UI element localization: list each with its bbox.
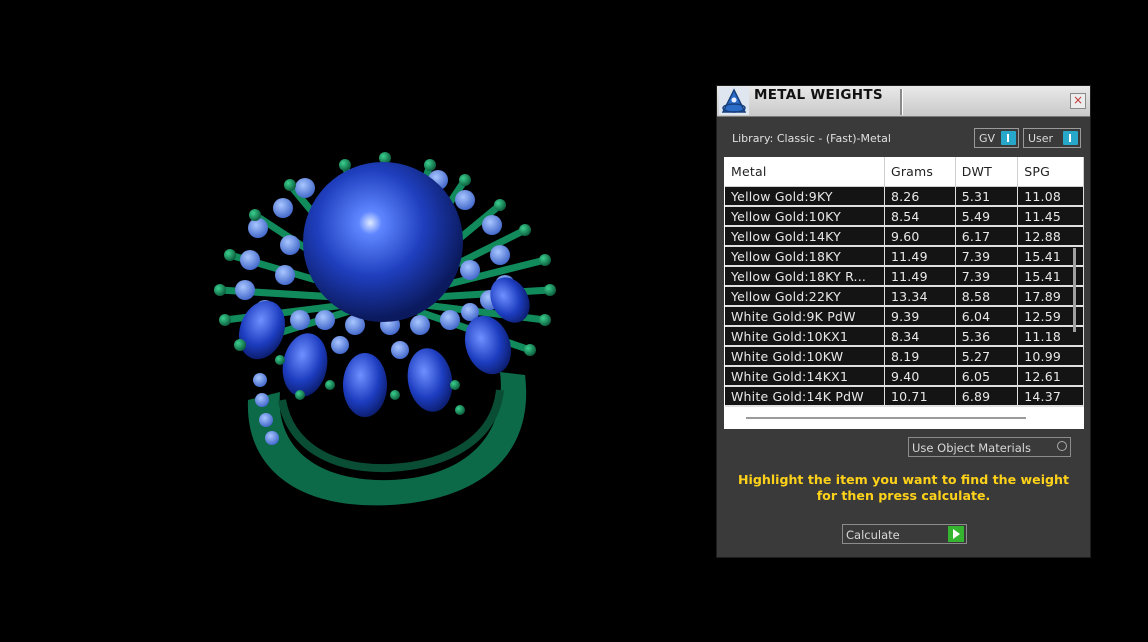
cell-metal: White Gold:10KX1	[725, 326, 885, 347]
table-row[interactable]: Yellow Gold:9KY 8.26 5.31 11.08	[725, 186, 1084, 207]
horizontal-scrollbar[interactable]	[746, 417, 1026, 419]
gv-toggle[interactable]: GV	[974, 128, 1019, 148]
play-icon	[948, 526, 964, 542]
close-button[interactable]: ×	[1070, 93, 1086, 109]
cell-dwt: 6.04	[955, 306, 1019, 327]
cell-grams: 11.49	[884, 246, 956, 267]
cell-metal: White Gold:10KW	[725, 346, 885, 367]
app-logo-icon	[719, 87, 749, 115]
cell-metal: White Gold:9K PdW	[725, 306, 885, 327]
table-row[interactable]: White Gold:10KW 8.19 5.27 10.99	[725, 346, 1084, 367]
table-row[interactable]: Yellow Gold:14KY 9.60 6.17 12.88	[725, 226, 1084, 247]
cell-spg: 10.99	[1017, 346, 1084, 367]
cell-metal: Yellow Gold:9KY	[725, 186, 885, 207]
cell-grams: 13.34	[884, 286, 956, 307]
panel-titlebar[interactable]: METAL WEIGHTS ×	[717, 86, 1090, 117]
cell-dwt: 5.31	[955, 186, 1019, 207]
column-header-grams[interactable]: Grams	[884, 157, 956, 187]
table-row[interactable]: Yellow Gold:18KY R... 11.49 7.39 15.41	[725, 266, 1084, 287]
cell-dwt: 5.36	[955, 326, 1019, 347]
cell-grams: 8.34	[884, 326, 956, 347]
table-row[interactable]: White Gold:14KX1 9.40 6.05 12.61	[725, 366, 1084, 387]
gv-toggle-label: GV	[979, 132, 996, 145]
cell-spg: 11.45	[1017, 206, 1084, 227]
3d-viewport[interactable]	[0, 0, 700, 642]
dropdown-icon	[1057, 441, 1067, 451]
cell-metal: White Gold:14KX1	[725, 366, 885, 387]
metal-weights-panel: METAL WEIGHTS × Library: Classic - (Fast…	[716, 85, 1091, 558]
table-row[interactable]: Yellow Gold:22KY 13.34 8.58 17.89	[725, 286, 1084, 307]
cell-grams: 9.39	[884, 306, 956, 327]
table-row[interactable]: White Gold:10KX1 8.34 5.36 11.18	[725, 326, 1084, 347]
cell-grams: 8.54	[884, 206, 956, 227]
cell-spg: 14.37	[1017, 386, 1084, 407]
calculate-label: Calculate	[846, 528, 900, 542]
cell-dwt: 8.58	[955, 286, 1019, 307]
column-header-spg[interactable]: SPG	[1017, 157, 1084, 187]
title-divider	[900, 89, 903, 115]
vertical-scrollbar[interactable]	[1073, 248, 1076, 332]
column-header-metal[interactable]: Metal	[725, 157, 885, 187]
cell-grams: 9.40	[884, 366, 956, 387]
metal-table: Metal Grams DWT SPG Yellow Gold:9KY 8.26…	[725, 157, 1084, 407]
cell-metal: Yellow Gold:18KY R...	[725, 266, 885, 287]
calculate-button[interactable]: Calculate	[842, 524, 967, 544]
table-row[interactable]: White Gold:9K PdW 9.39 6.04 12.59	[725, 306, 1084, 327]
panel-title: METAL WEIGHTS	[754, 87, 883, 103]
user-toggle[interactable]: User	[1023, 128, 1081, 148]
cell-grams: 9.60	[884, 226, 956, 247]
cell-spg: 12.61	[1017, 366, 1084, 387]
instructions-text: Highlight the item you want to find the …	[737, 472, 1070, 503]
dropdown-label: Use Object Materials	[912, 441, 1031, 455]
cell-metal: Yellow Gold:14KY	[725, 226, 885, 247]
table-header-row: Metal Grams DWT SPG	[725, 157, 1084, 187]
cell-spg: 12.88	[1017, 226, 1084, 247]
table-row[interactable]: Yellow Gold:10KY 8.54 5.49 11.45	[725, 206, 1084, 227]
cell-grams: 11.49	[884, 266, 956, 287]
toggle-knob-icon	[1001, 131, 1016, 145]
toggle-knob-icon	[1063, 131, 1078, 145]
cell-grams: 8.26	[884, 186, 956, 207]
cell-metal: Yellow Gold:18KY	[725, 246, 885, 267]
cell-dwt: 7.39	[955, 266, 1019, 287]
library-label: Library: Classic - (Fast)-Metal	[732, 132, 891, 145]
cell-dwt: 6.89	[955, 386, 1019, 407]
ring-render	[214, 152, 556, 506]
cell-dwt: 6.17	[955, 226, 1019, 247]
cell-metal: Yellow Gold:22KY	[725, 286, 885, 307]
cell-grams: 8.19	[884, 346, 956, 367]
close-icon: ×	[1072, 93, 1084, 107]
use-object-materials-dropdown[interactable]: Use Object Materials	[908, 437, 1071, 457]
column-header-dwt[interactable]: DWT	[955, 157, 1019, 187]
cell-grams: 10.71	[884, 386, 956, 407]
cell-dwt: 7.39	[955, 246, 1019, 267]
cell-dwt: 5.49	[955, 206, 1019, 227]
table-row[interactable]: White Gold:14K PdW 10.71 6.89 14.37	[725, 386, 1084, 407]
table-row[interactable]: Yellow Gold:18KY 11.49 7.39 15.41	[725, 246, 1084, 267]
cell-spg: 11.08	[1017, 186, 1084, 207]
cell-metal: Yellow Gold:10KY	[725, 206, 885, 227]
cell-dwt: 5.27	[955, 346, 1019, 367]
cell-metal: White Gold:14K PdW	[725, 386, 885, 407]
cell-dwt: 6.05	[955, 366, 1019, 387]
metal-table-container[interactable]: Metal Grams DWT SPG Yellow Gold:9KY 8.26…	[724, 157, 1084, 429]
user-toggle-label: User	[1028, 132, 1054, 145]
